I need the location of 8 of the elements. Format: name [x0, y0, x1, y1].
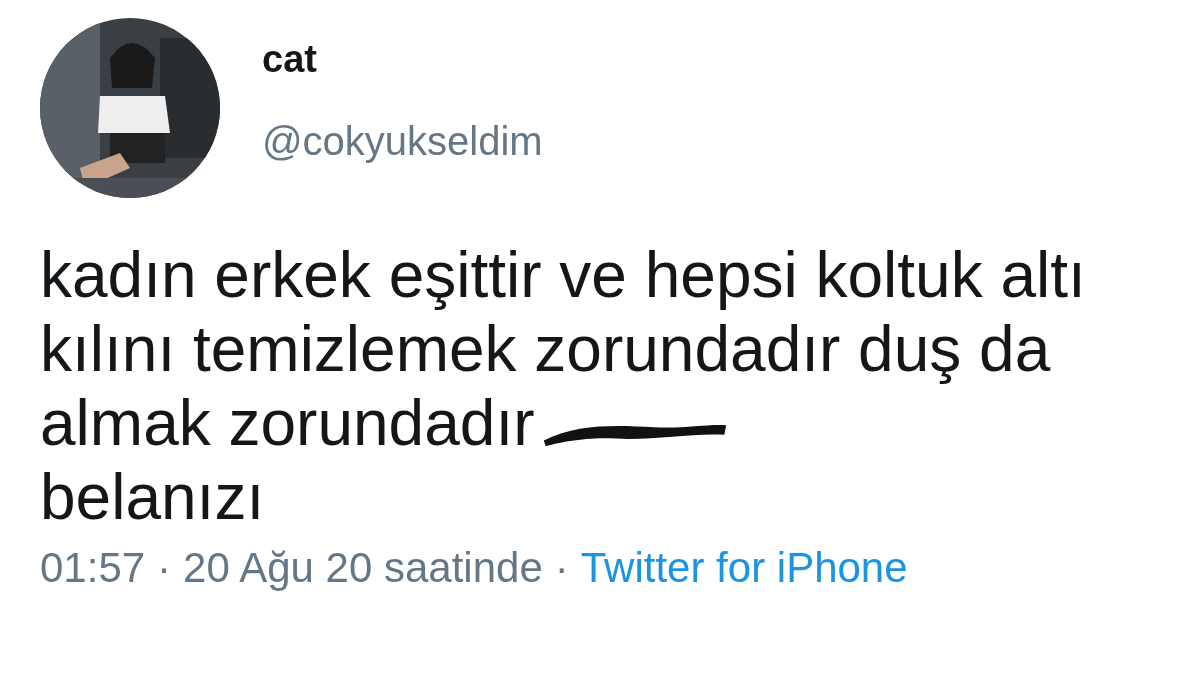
separator-dot: · [554, 544, 569, 592]
tweet-text: belanızı [40, 460, 265, 534]
separator-dot: · [157, 544, 172, 592]
tweet-time: 01:57 [40, 544, 146, 592]
tweet-date: 20 Ağu 20 saatinde [183, 544, 543, 592]
author-handle: @cokyukseldim [262, 119, 543, 164]
author-name: cat [262, 38, 317, 81]
source-link[interactable]: Twitter for iPhone [580, 544, 908, 592]
